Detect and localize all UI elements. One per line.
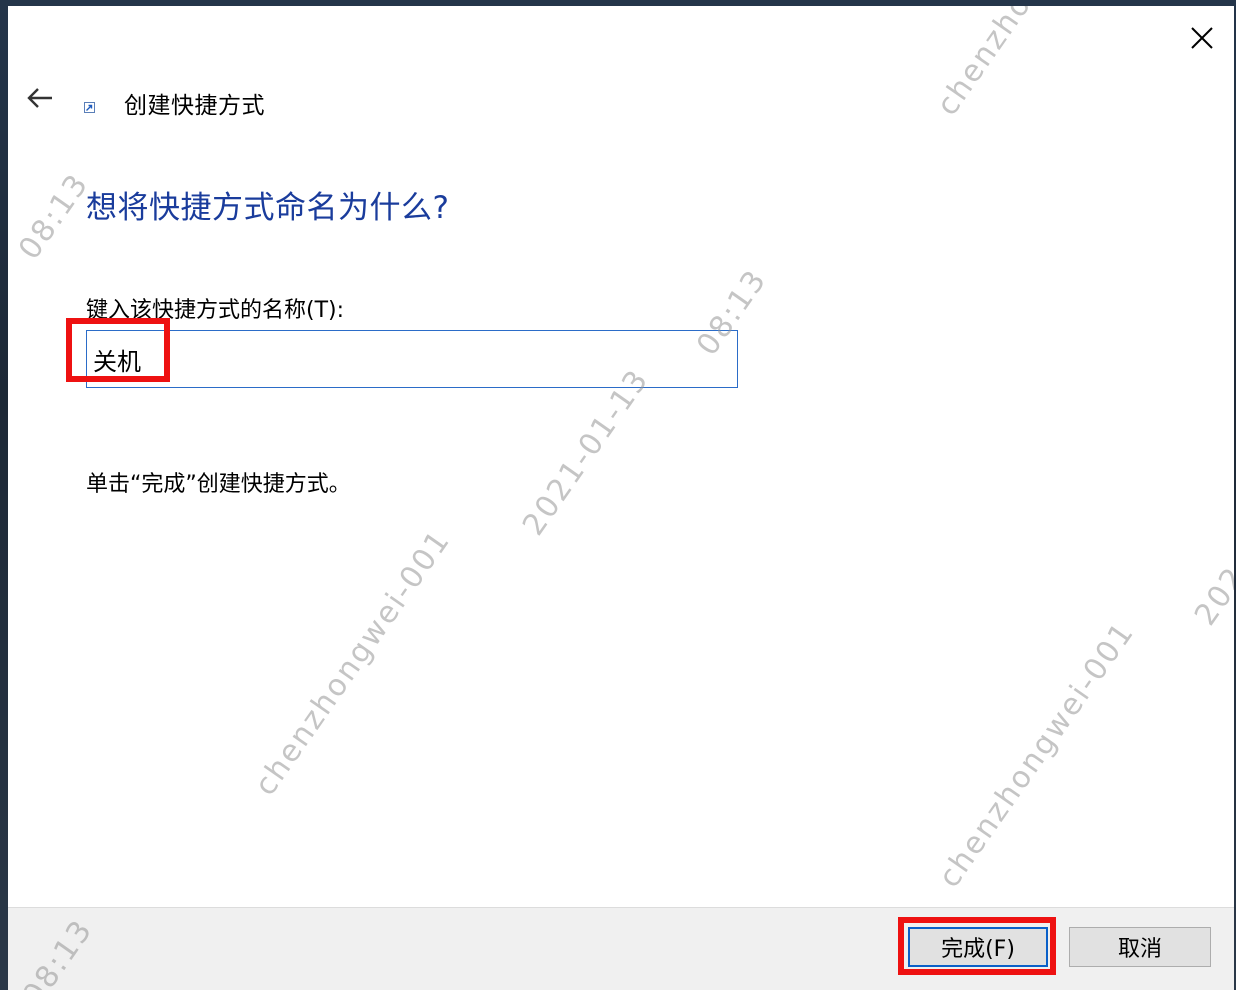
shortcut-name-label: 键入该快捷方式的名称(T): <box>86 298 345 323</box>
watermark-time-left: 08:13 <box>12 166 97 267</box>
instruction-text: 单击“完成”创建快捷方式。 <box>86 472 351 497</box>
desktop-background: 创建快捷方式 想将快捷方式命名为什么? 键入该快捷方式的名称(T): 单击“完成… <box>0 0 1236 990</box>
close-button[interactable] <box>1180 18 1224 58</box>
watermark-user: chenzhongwei-001 <box>248 523 458 803</box>
page-heading: 想将快捷方式命名为什么? <box>86 190 450 226</box>
dialog-footer <box>8 907 1234 990</box>
finish-button[interactable]: 完成(F) <box>908 927 1048 967</box>
cancel-button[interactable]: 取消 <box>1069 927 1211 967</box>
back-arrow-icon <box>27 88 52 108</box>
shortcut-icon <box>84 102 95 113</box>
watermark-user-fragment: chenzho <box>930 6 1040 123</box>
watermark-date: 2021-01-13 <box>516 362 657 543</box>
create-shortcut-dialog: 创建快捷方式 想将快捷方式命名为什么? 键入该快捷方式的名称(T): 单击“完成… <box>8 6 1234 990</box>
close-icon <box>1191 27 1213 49</box>
back-button[interactable] <box>20 80 60 116</box>
shortcut-name-input[interactable] <box>86 330 738 388</box>
watermark-user-right: chenzhongwei-001 <box>932 615 1142 895</box>
watermark-date-fragment: 202 <box>1188 560 1234 633</box>
wizard-title: 创建快捷方式 <box>124 93 265 119</box>
